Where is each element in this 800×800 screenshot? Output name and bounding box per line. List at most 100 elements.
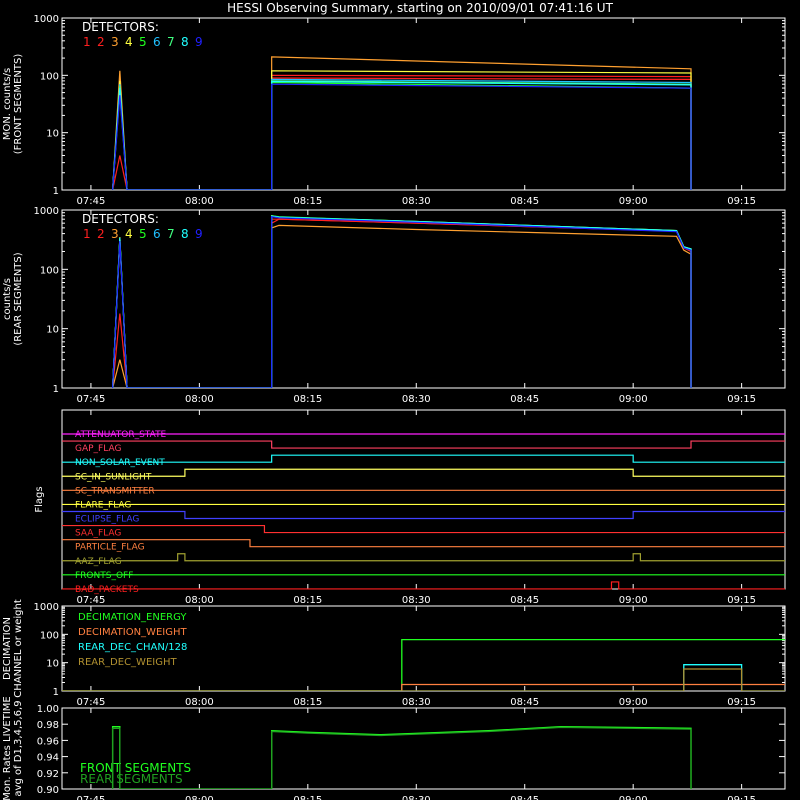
flag-label: FLARE_FLAG <box>75 500 131 510</box>
x-tick-label: 09:15 <box>727 196 756 207</box>
y-tick-label: 0.98 <box>37 720 59 731</box>
x-tick-label: 08:15 <box>293 595 322 606</box>
x-tick-label: 08:15 <box>293 795 322 800</box>
x-tick-label: 09:15 <box>727 394 756 405</box>
y-tick-label: 1000 <box>34 206 59 217</box>
series-detector-5 <box>112 215 692 388</box>
flag-line <box>62 510 785 520</box>
y-tick-label: 10 <box>46 659 59 670</box>
flag-line <box>62 581 785 590</box>
y-axis-label: counts/s <box>2 278 13 320</box>
flag-label: BAD_PACKETS <box>75 585 139 595</box>
series-detector-8 <box>112 80 692 190</box>
legend-detector-6: 6 <box>153 35 161 49</box>
y-axis-label: (REAR SEGMENTS) <box>13 252 24 345</box>
x-tick-label: 08:30 <box>402 394 431 405</box>
legend-detector-9: 9 <box>195 35 203 49</box>
x-tick-label: 08:00 <box>185 795 214 800</box>
y-tick-label: 1 <box>53 186 59 197</box>
y-tick-label: 0.96 <box>37 736 59 747</box>
series-detector-9 <box>112 83 692 190</box>
legend-detector-1: 1 <box>83 35 91 49</box>
hessi-summary-figure: HESSI Observing Summary, starting on 201… <box>2 1 786 800</box>
series-legend: DECIMATION_WEIGHT <box>78 627 187 638</box>
x-tick-label: 07:45 <box>77 697 106 708</box>
legend-detector-3: 3 <box>111 227 119 241</box>
x-tick-label: 07:45 <box>77 595 106 606</box>
x-tick-label: 08:00 <box>185 196 214 207</box>
legend-detector-9: 9 <box>195 227 203 241</box>
series-line <box>62 683 785 691</box>
panel-rear: 07:45 08:00 08:15 08:30 08:45 09:00 09:15 1 10 10… <box>2 206 786 405</box>
flag-label: ATTENUATOR_STATE <box>75 430 167 440</box>
series-detector-2 <box>112 77 692 190</box>
flag-line <box>62 539 785 548</box>
x-tick-label: 08:45 <box>510 697 539 708</box>
flag-label: NON_SOLAR_EVENT <box>75 458 165 468</box>
x-tick-label: 08:30 <box>402 196 431 207</box>
legend-detector-1: 1 <box>83 227 91 241</box>
flag-label: SC_IN_SUNLIGHT <box>75 472 152 482</box>
x-tick-label: 08:15 <box>293 394 322 405</box>
y-tick-label: 0.92 <box>37 769 59 780</box>
y-tick-label: 1 <box>53 687 59 698</box>
series-detector-6 <box>112 78 692 190</box>
x-tick-label: 08:15 <box>293 196 322 207</box>
series-detector-4 <box>112 214 692 388</box>
chart-panels: 07:45 08:00 08:15 08:30 08:45 09:00 09:1511010… <box>2 14 786 800</box>
legend-title: DETECTORS: <box>82 212 159 226</box>
flag-label: SAA_FLAG <box>75 529 121 539</box>
series-detector-5 <box>112 81 692 190</box>
flag-line <box>62 454 785 463</box>
legend-detector-2: 2 <box>97 227 105 241</box>
series-detector-9 <box>112 216 692 388</box>
x-tick-label: 07:45 <box>77 196 106 207</box>
y-axis-label: MON. counts/s <box>2 68 13 140</box>
x-tick-label: 09:00 <box>619 394 648 405</box>
flag-label: AAZ_FLAG <box>75 557 122 567</box>
series-line <box>111 726 692 789</box>
figure-title: HESSI Observing Summary, starting on 201… <box>227 1 613 15</box>
series-detector-6 <box>112 215 692 388</box>
legend-detector-5: 5 <box>139 227 147 241</box>
panel-flags: 07:45 08:00 08:15 08:30 08:45 09:00 09:15 Flags… <box>34 409 786 606</box>
x-tick-label: 08:00 <box>185 394 214 405</box>
series-detector-7 <box>112 215 692 388</box>
legend-detector-5: 5 <box>139 35 147 49</box>
y-tick-label: 1000 <box>34 602 59 613</box>
x-tick-label: 09:00 <box>619 795 648 800</box>
series-detector-7 <box>112 80 692 190</box>
y-axis-label: avg of D1,3,4,5,6,9 <box>13 700 24 796</box>
x-tick-label: 08:30 <box>402 697 431 708</box>
y-tick-label: 0.90 <box>37 785 59 796</box>
x-tick-label: 08:30 <box>402 795 431 800</box>
y-axis-label: CHANNEL or weight <box>13 599 24 698</box>
legend-detector-3: 3 <box>111 35 119 49</box>
panel-front: 07:45 08:00 08:15 08:30 08:45 09:00 09:15 1 10 10… <box>2 14 786 207</box>
x-tick-label: 09:00 <box>619 697 648 708</box>
y-axis-label: Flags <box>34 486 45 512</box>
y-tick-label: 100 <box>40 265 59 276</box>
x-tick-label: 07:45 <box>77 795 106 800</box>
legend-detector-4: 4 <box>125 227 133 241</box>
series-detector-1 <box>112 74 692 190</box>
x-tick-label: 09:15 <box>727 595 756 606</box>
panel-decimation: 07:45 08:00 08:15 08:30 08:45 09:00 09:15 1 10 10… <box>2 599 786 708</box>
plot-frame-flags <box>61 409 786 590</box>
legend-detector-8: 8 <box>181 35 189 49</box>
legend-detector-6: 6 <box>153 227 161 241</box>
series-detector-3 <box>112 224 692 388</box>
panel-livetime: 07:45 08:00 08:15 08:30 08:45 09:00 09:15 0.90 0… <box>2 696 786 800</box>
flag-label: SC_TRANSMITTER <box>75 486 155 496</box>
x-tick-label: 09:00 <box>619 595 648 606</box>
series-detector-4 <box>112 70 692 190</box>
y-axis-label: DECIMATION <box>2 617 13 680</box>
legend-detector-7: 7 <box>167 35 175 49</box>
y-tick-label: 100 <box>40 630 59 641</box>
flag-label: ECLIPSE_FLAG <box>75 515 139 525</box>
series-legend: DECIMATION_ENERGY <box>78 612 187 623</box>
x-tick-label: 08:30 <box>402 595 431 606</box>
flag-label: FRONTS_OFF <box>75 571 133 581</box>
x-tick-label: 08:00 <box>185 697 214 708</box>
flag-label: GAP_FLAG <box>75 444 121 454</box>
